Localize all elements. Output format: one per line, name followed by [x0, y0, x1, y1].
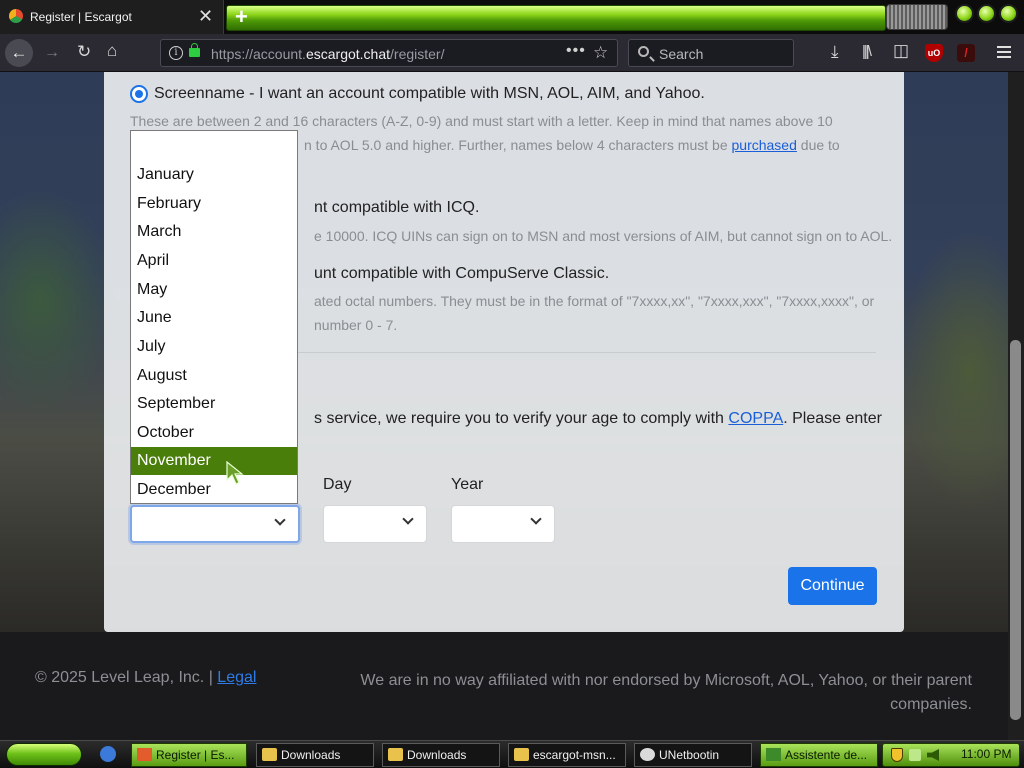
month-option[interactable]: March [131, 218, 297, 246]
new-tab-icon[interactable]: + [235, 4, 248, 30]
close-window-button[interactable] [999, 4, 1018, 23]
volume-icon[interactable] [927, 749, 939, 761]
year-label: Year [451, 476, 484, 493]
navigation-toolbar: ← → ↻ ⌂ i https://account.escargot.chat/… [0, 34, 1024, 72]
mouse-pointer-icon [226, 461, 244, 485]
bookmark-star-icon[interactable]: ☆ [593, 43, 608, 63]
folder-icon [262, 748, 277, 761]
screenname-option-desc-2: n to AOL 5.0 and higher. Further, names … [304, 137, 840, 153]
month-option[interactable]: August [131, 362, 297, 390]
taskbar-item-register[interactable]: Register | Es... [131, 743, 247, 767]
purchased-link[interactable]: purchased [732, 137, 797, 153]
ublock-icon[interactable]: uO [925, 44, 943, 62]
reload-icon[interactable]: ↻ [77, 43, 91, 60]
lock-icon [189, 43, 200, 57]
month-option[interactable]: January [131, 161, 297, 189]
chevron-down-icon [274, 514, 286, 526]
compuserve-option-desc-1: ated octal numbers. They must be in the … [314, 293, 875, 309]
icq-option-title: nt compatible with ICQ. [314, 199, 480, 216]
library-icon[interactable]: |||\ [862, 44, 872, 60]
extension-icon[interactable]: / [957, 44, 975, 62]
close-tab-icon[interactable]: ✕ [198, 6, 213, 26]
titlebar-grille [886, 4, 948, 30]
menu-icon[interactable] [997, 46, 1011, 48]
screenname-option-title: Screenname - I want an account compatibl… [154, 85, 705, 102]
sidebar-icon[interactable]: ◫ [893, 42, 909, 59]
continue-button[interactable]: Continue [788, 567, 877, 605]
month-option[interactable]: February [131, 190, 297, 218]
month-option[interactable]: September [131, 390, 297, 418]
folder-icon [514, 748, 529, 761]
page-actions-icon[interactable]: ••• [566, 42, 586, 60]
tab-strip: Register | Escargot ✕ + [0, 0, 1024, 34]
month-option[interactable]: May [131, 276, 297, 304]
network-icon[interactable] [909, 749, 921, 761]
month-dropdown-list[interactable]: January February March April May June Ju… [130, 130, 298, 504]
footer-disclaimer: We are in no way affiliated with nor end… [360, 672, 972, 713]
quick-launch-icon[interactable] [100, 746, 116, 762]
compuserve-option-title: unt compatible with CompuServe Classic. [314, 265, 610, 282]
month-option[interactable]: July [131, 333, 297, 361]
forward-arrow-icon[interactable]: → [44, 45, 60, 61]
search-bar[interactable]: Search [628, 39, 794, 67]
info-icon[interactable]: i [169, 46, 183, 60]
screenname-radio[interactable] [130, 85, 148, 103]
chevron-down-icon [402, 513, 414, 525]
escargot-favicon-icon [9, 9, 23, 23]
year-select[interactable] [451, 505, 555, 543]
taskbar: Register | Es... Downloads Downloads esc… [0, 740, 1024, 768]
wizard-icon [766, 748, 781, 761]
folder-icon [388, 748, 403, 761]
taskbar-item-unetbootin[interactable]: UNetbootin [634, 743, 752, 767]
month-option[interactable]: June [131, 304, 297, 332]
chevron-down-icon [530, 513, 542, 525]
browser-tab[interactable]: Register | Escargot ✕ [0, 0, 224, 34]
legal-link[interactable]: Legal [217, 669, 256, 686]
month-option[interactable]: April [131, 247, 297, 275]
taskbar-item-downloads-1[interactable]: Downloads [256, 743, 374, 767]
maximize-button[interactable] [977, 4, 996, 23]
firefox-icon [137, 748, 152, 761]
back-arrow-icon[interactable]: ← [5, 39, 33, 67]
search-icon [638, 46, 649, 57]
home-icon[interactable]: ⌂ [107, 42, 117, 59]
clock[interactable]: 11:00 PM [961, 747, 1011, 761]
system-tray: 11:00 PM [882, 743, 1020, 767]
taskbar-item-escargot[interactable]: escargot-msn... [508, 743, 626, 767]
start-button[interactable] [6, 743, 82, 766]
taskbar-item-assistente[interactable]: Assistente de... [760, 743, 878, 767]
tab-title: Register | Escargot [30, 10, 132, 24]
unetbootin-icon [640, 748, 655, 761]
month-select[interactable] [130, 505, 300, 543]
month-option[interactable]: October [131, 419, 297, 447]
scrollbar-thumb[interactable] [1010, 340, 1021, 720]
footer-copyright: © 2025 Level Leap, Inc. | Legal [35, 669, 257, 686]
url-text[interactable]: https://account.escargot.chat/register/ [211, 46, 444, 62]
security-shield-icon[interactable] [891, 748, 903, 762]
day-select[interactable] [323, 505, 427, 543]
coppa-link[interactable]: COPPA [728, 410, 783, 427]
search-placeholder: Search [659, 46, 704, 62]
tab-bar-fill: + [226, 4, 886, 31]
day-label: Day [323, 476, 352, 493]
icq-option-desc: e 10000. ICQ UINs can sign on to MSN and… [314, 228, 893, 244]
month-option[interactable]: December [131, 476, 297, 504]
coppa-notice: s service, we require you to verify your… [314, 410, 882, 427]
month-option-highlighted[interactable]: November [131, 447, 297, 475]
compuserve-option-desc-2: number 0 - 7. [314, 317, 398, 333]
minimize-button[interactable] [955, 4, 974, 23]
downloads-icon[interactable]: ⤓ [831, 43, 839, 60]
url-bar[interactable]: i https://account.escargot.chat/register… [160, 39, 618, 67]
taskbar-item-downloads-2[interactable]: Downloads [382, 743, 500, 767]
